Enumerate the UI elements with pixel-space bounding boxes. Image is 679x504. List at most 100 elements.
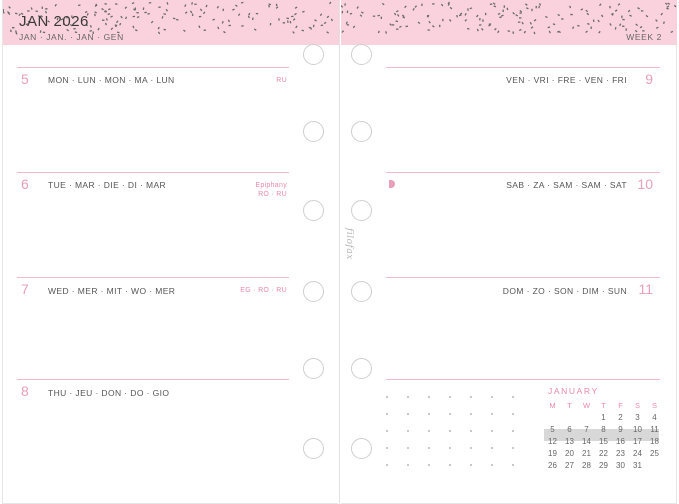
grid-dot [449, 430, 451, 432]
mini-calendar-day: 20 [565, 449, 574, 458]
grid-dot [512, 396, 514, 398]
mini-calendar-day: 28 [582, 461, 591, 470]
mini-calendar-day: 11 [650, 425, 659, 434]
grid-dot [512, 447, 514, 449]
grid-dot [428, 413, 430, 415]
day-rule [17, 172, 289, 173]
mini-calendar-day [646, 460, 663, 472]
day-names: MON · LUN · MON · MA · LUN [48, 75, 175, 85]
binder-hole [303, 438, 324, 459]
binder-hole [303, 44, 324, 65]
mini-calendar-day: 13 [565, 437, 574, 446]
mini-calendar-weekday: F [618, 401, 623, 410]
mini-calendar-day: 21 [582, 449, 591, 458]
binder-hole [351, 281, 372, 302]
grid-dot [449, 413, 451, 415]
day-names: WED · MER · MIT · WO · MER [48, 286, 176, 296]
month-title: JAN 2026 [19, 13, 89, 30]
grid-dot [428, 464, 430, 466]
mini-calendar-day: 30 [616, 461, 625, 470]
binder-hole [303, 281, 324, 302]
grid-dot [407, 396, 409, 398]
grid-dot [470, 447, 472, 449]
mini-calendar-day: 10 [633, 425, 642, 434]
grid-dot [386, 396, 388, 398]
mini-calendar-day: 22 [599, 449, 608, 458]
mini-calendar-day: 18 [650, 437, 659, 446]
day-rule [386, 172, 660, 173]
grid-dot [386, 464, 388, 466]
day-rule [386, 277, 660, 278]
grid-dot [407, 413, 409, 415]
binder-hole [351, 358, 372, 379]
dot-grid-notes [386, 396, 526, 476]
grid-dot [449, 464, 451, 466]
day-number: 7 [21, 281, 29, 297]
grid-dot [407, 447, 409, 449]
mini-calendar-day: 29 [599, 461, 608, 470]
holiday-note: EG · RO · RU [240, 287, 287, 294]
mini-calendar: JANUARY M T W T F S S 1 2 3 4 5 6 7 8 9 10 11 12 13 14 15 16 17… [542, 386, 662, 472]
mini-calendar-grid: M T W T F S S 1 2 3 4 5 6 7 8 9 10 11 12 13 14 15 16 17 18 19 20 21… [544, 400, 662, 472]
binder-hole [351, 200, 372, 221]
planner-spread: JAN 2026 JAN · JAN. · JAN · GEN 5 MON · … [0, 0, 679, 504]
day-rule [386, 379, 660, 380]
binder-hole [351, 121, 372, 142]
grid-dot [449, 396, 451, 398]
binder-hole [303, 121, 324, 142]
mini-calendar-weekday: S [651, 401, 657, 410]
day-names: DOM · ZO · SON · DIM · SUN [502, 286, 627, 296]
grid-dot [512, 413, 514, 415]
left-page: JAN 2026 JAN · JAN. · JAN · GEN 5 MON · … [2, 0, 339, 504]
grid-dot [470, 464, 472, 466]
grid-dot [386, 447, 388, 449]
mini-calendar-day: 24 [633, 449, 642, 458]
grid-dot [428, 430, 430, 432]
mini-calendar-day: 27 [565, 461, 574, 470]
day-number: 5 [21, 71, 29, 87]
grid-dot [512, 430, 514, 432]
mini-calendar-day: 15 [599, 437, 608, 446]
mini-calendar-weekday: S [634, 401, 640, 410]
grid-dot [470, 413, 472, 415]
grid-dot [449, 447, 451, 449]
day-number: 10 [637, 176, 653, 192]
grid-dot [491, 396, 493, 398]
day-names: THU · JEU · DON · DO · GIO [48, 388, 170, 398]
mini-calendar-day: 23 [616, 449, 625, 458]
binder-hole [351, 44, 372, 65]
day-rule [386, 67, 660, 68]
day-number: 8 [21, 383, 29, 399]
mini-calendar-day: 26 [548, 461, 557, 470]
month-translations: JAN · JAN. · JAN · GEN [19, 32, 124, 42]
grid-dot [386, 413, 388, 415]
mini-calendar-day: 3 [635, 413, 640, 422]
day-rule [17, 379, 289, 380]
mini-calendar-day: 8 [601, 425, 606, 434]
grid-dot [470, 430, 472, 432]
mini-calendar-day: 12 [548, 437, 557, 446]
day-names: TUE · MAR · DIE · DI · MAR [48, 180, 167, 190]
holiday-note: RU [276, 77, 287, 84]
day-number: 6 [21, 176, 29, 192]
mini-calendar-day: 14 [582, 437, 591, 446]
grid-dot [428, 396, 430, 398]
mini-calendar-day: 6 [567, 425, 572, 434]
day-number: 11 [638, 281, 653, 297]
brand-logo: filofax [344, 228, 354, 260]
day-names: VEN · VRI · FRE · VEN · FRI [506, 75, 627, 85]
mini-calendar-title: JANUARY [548, 386, 599, 396]
grid-dot [512, 464, 514, 466]
holiday-countries: RO · RU [258, 191, 287, 198]
mini-calendar-day: 7 [584, 425, 589, 434]
gutter-line [339, 0, 340, 504]
grid-dot [491, 464, 493, 466]
grid-dot [407, 464, 409, 466]
mini-calendar-weekday: M [549, 401, 556, 410]
mini-calendar-day: 9 [618, 425, 623, 434]
day-names: SAB · ZA · SAM · SAM · SAT [506, 180, 627, 190]
mini-calendar-day: 17 [633, 437, 642, 446]
binder-hole [303, 358, 324, 379]
binder-hole [351, 438, 372, 459]
mini-calendar-day: 5 [550, 425, 555, 434]
